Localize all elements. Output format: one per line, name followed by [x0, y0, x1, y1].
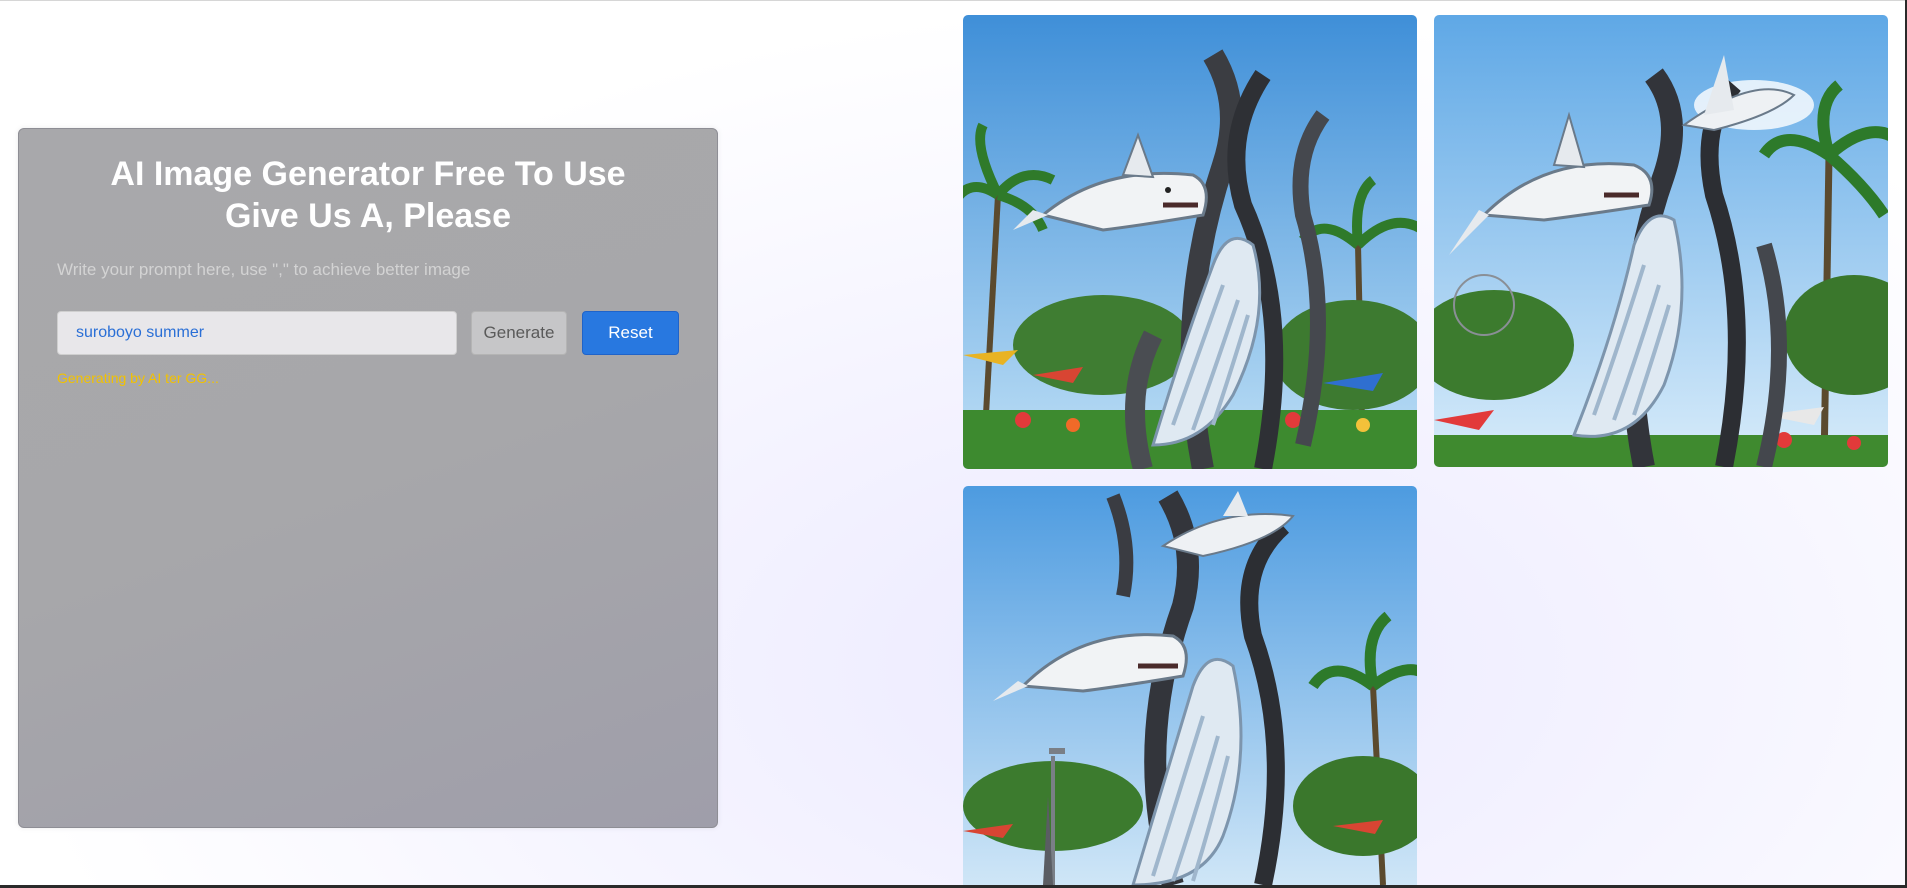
statue-image: [1434, 15, 1888, 467]
prompt-input[interactable]: [57, 311, 457, 355]
generator-panel: AI Image Generator Free To Use Give Us A…: [18, 128, 718, 828]
generated-image-2[interactable]: [1434, 15, 1888, 467]
generate-button[interactable]: Generate: [471, 311, 567, 355]
status-text: Generating by AI ter GG...: [57, 370, 219, 386]
title-line-2: Give Us A, Please: [224, 197, 511, 235]
page-title: AI Image Generator Free To Use Give Us A…: [19, 153, 717, 237]
generated-image-1[interactable]: [963, 15, 1417, 469]
window-top-border: [0, 0, 1907, 1]
reset-button[interactable]: Reset: [582, 311, 679, 355]
statue-image: [963, 486, 1417, 885]
statue-image: [963, 15, 1417, 469]
generated-image-3[interactable]: [963, 486, 1417, 885]
prompt-hint: Write your prompt here, use "," to achie…: [57, 260, 471, 279]
title-line-1: AI Image Generator Free To Use: [110, 155, 626, 193]
